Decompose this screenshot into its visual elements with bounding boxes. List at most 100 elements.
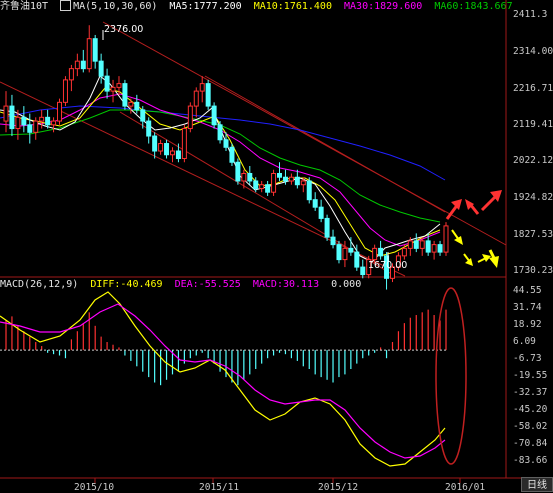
channel-upper-line	[102, 21, 507, 246]
candle-down	[378, 247, 384, 257]
channel-mid-line	[204, 75, 446, 213]
candle-up	[3, 105, 9, 122]
candle-up	[158, 143, 164, 152]
high-price-label: 2376.00	[104, 24, 143, 35]
price-tick: 2022.12	[513, 155, 553, 166]
ma30-line	[0, 93, 441, 247]
ma5-line	[0, 75, 441, 263]
candle-down	[265, 184, 271, 193]
candle-up	[86, 38, 92, 70]
candle-up	[57, 101, 63, 122]
candle-down	[229, 146, 235, 163]
candle-down	[247, 172, 253, 182]
candle-up	[342, 247, 348, 261]
candle-down	[21, 116, 27, 126]
macd-tick: 6.09	[513, 336, 536, 347]
candle-down	[348, 247, 354, 253]
macd-tick: -70.84	[513, 438, 548, 449]
date-label: 2015/12	[318, 482, 358, 492]
candle-up	[241, 172, 247, 182]
date-axis: 2015/10 2015/11 2015/12 2016/01	[74, 478, 485, 492]
candle-down	[330, 236, 336, 246]
candle-down	[217, 124, 223, 141]
macd-tick: -19.55	[513, 370, 547, 381]
low-price-label: 1670.00	[368, 260, 407, 271]
price-tick: 2119.41	[513, 119, 553, 130]
candle-up	[259, 184, 265, 189]
chart-canvas[interactable]: 2411.3 2314.00 2216.71 2119.41 2022.12 1…	[0, 0, 553, 492]
moving-averages	[0, 75, 446, 263]
macd-tick: -32.37	[513, 387, 547, 398]
candle-up	[68, 68, 74, 81]
price-tick: 1924.82	[513, 192, 553, 203]
candle-down	[425, 240, 431, 253]
candle-down	[312, 199, 318, 208]
macd-tick: 18.92	[513, 319, 542, 330]
macd-tick: -83.66	[513, 455, 548, 466]
price-tick: 2314.00	[513, 46, 553, 57]
arrow-up-icon	[480, 190, 502, 212]
candle-up	[407, 240, 413, 249]
candle-down	[164, 143, 170, 156]
date-label: 2015/10	[74, 482, 114, 492]
candle-down	[92, 38, 98, 62]
period-button[interactable]: 日线	[521, 477, 553, 492]
candle-down	[324, 217, 330, 238]
candle-up	[288, 176, 294, 182]
candle-down	[80, 60, 86, 70]
candle-down	[282, 176, 288, 182]
candle-up	[419, 240, 425, 249]
candle-up	[372, 247, 378, 261]
candle-down	[98, 60, 104, 77]
arrow-down-icon	[451, 229, 463, 245]
candle-down	[104, 75, 110, 92]
candle-up	[187, 105, 193, 130]
candle-up	[401, 247, 407, 257]
price-tick: 2411.3	[513, 9, 547, 20]
candle-up	[51, 120, 57, 126]
candle-down	[336, 244, 342, 261]
candle-up	[33, 120, 39, 133]
candle-up	[74, 60, 80, 70]
candle-up	[128, 101, 134, 107]
candle-down	[306, 180, 312, 201]
candle-up	[62, 79, 68, 103]
candle-up	[271, 172, 277, 193]
candle-up	[199, 83, 205, 92]
candle-down	[277, 172, 283, 178]
candle-down	[27, 124, 33, 133]
arrow-down-icon	[463, 253, 473, 266]
candle-down	[253, 180, 259, 189]
macd-dea-line	[0, 303, 446, 459]
macd-axis: 44.55 31.74 18.92 6.09 -6.73 -19.55 -32.…	[513, 285, 548, 466]
date-label: 2015/11	[199, 482, 239, 492]
candle-down	[413, 240, 419, 249]
kline-chart-window: 齐鲁油10T MA(5,10,30,60) MA5:1777.200 MA10:…	[0, 0, 553, 492]
candle-up	[431, 244, 437, 253]
candle-down	[437, 244, 443, 253]
candle-up	[443, 225, 449, 253]
price-tick: 1730.23	[513, 265, 553, 276]
candle-up	[169, 150, 175, 156]
candle-down	[211, 105, 217, 126]
price-annotations: 2376.00 1670.00	[102, 24, 407, 271]
candle-down	[122, 83, 128, 107]
candle-up	[193, 90, 199, 107]
candle-down	[354, 251, 360, 268]
macd-highlight-ellipse	[435, 287, 467, 465]
arrow-down-icon	[488, 249, 499, 268]
candle-down	[152, 135, 158, 152]
candle-down	[146, 120, 152, 137]
candle-down	[134, 101, 140, 111]
candle-down	[45, 116, 51, 126]
forecast-arrows	[445, 190, 502, 268]
arrow-up-icon	[465, 199, 480, 215]
candle-up	[39, 116, 45, 122]
candle-down	[175, 150, 181, 160]
macd-tick: 31.74	[513, 302, 542, 313]
candle-up	[15, 116, 21, 130]
candle-down	[360, 266, 366, 276]
candle-up	[181, 128, 187, 160]
macd-tick: 44.55	[513, 285, 542, 296]
candle-down	[318, 206, 324, 219]
